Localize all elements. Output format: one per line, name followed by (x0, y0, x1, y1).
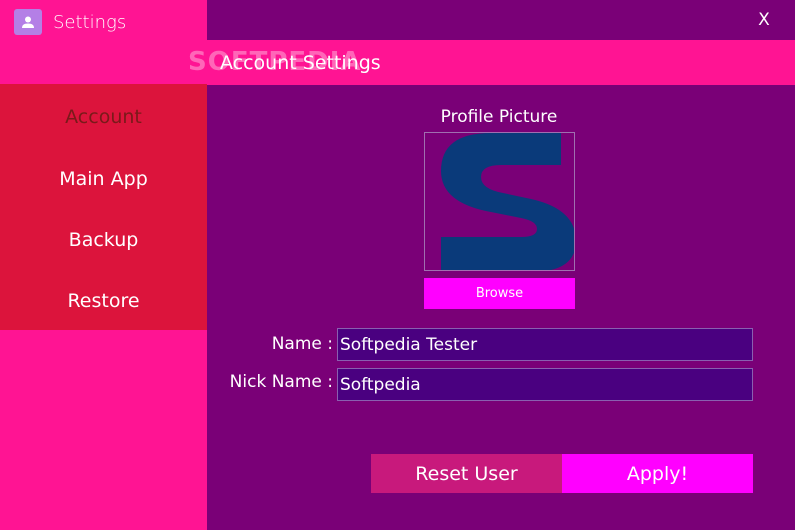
sidebar-item-main-app[interactable]: Main App (0, 159, 207, 199)
sidebar-item-restore[interactable]: Restore (0, 281, 207, 321)
sidebar-item-account[interactable]: Account (0, 97, 207, 137)
softpedia-logo-icon (441, 133, 574, 270)
app-header: Settings (0, 0, 207, 45)
sidebar-item-backup[interactable]: Backup (0, 220, 207, 260)
name-input[interactable] (337, 328, 753, 361)
app-title: Settings (53, 12, 127, 33)
name-label: Name : (271, 334, 333, 354)
user-icon (14, 9, 42, 35)
browse-button[interactable]: Browse (424, 278, 575, 309)
sidebar-nav: Account Main App Backup Restore (0, 84, 207, 330)
close-button[interactable]: X (752, 8, 776, 32)
nick-name-label: Nick Name : (229, 372, 333, 392)
nick-name-input[interactable] (337, 368, 753, 401)
apply-button[interactable]: Apply! (562, 454, 753, 493)
profile-picture-label: Profile Picture (440, 107, 558, 127)
section-title: Account Settings (220, 52, 381, 74)
profile-picture (424, 132, 575, 271)
reset-user-button[interactable]: Reset User (371, 454, 562, 493)
